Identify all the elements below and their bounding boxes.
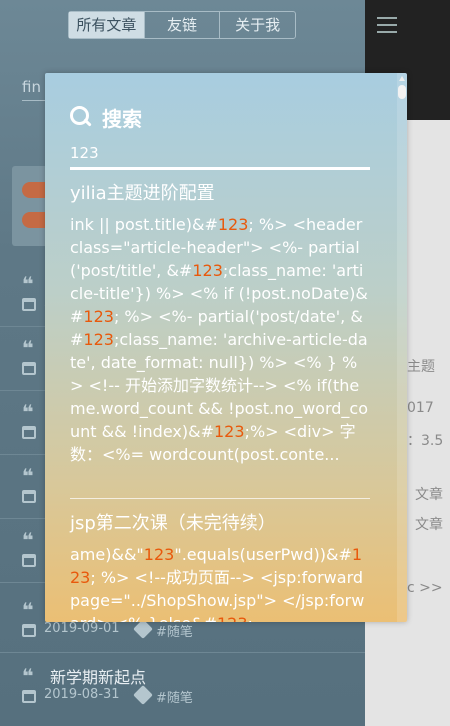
tab-all-posts[interactable]: 所有文章 (69, 12, 145, 38)
content-fragment: 017 (407, 400, 434, 416)
search-input[interactable] (70, 139, 370, 170)
search-modal: 搜索 yilia主题进阶配置 ink || post.title)&#123; … (45, 73, 407, 622)
post-title[interactable]: 新学期新起点 (50, 664, 146, 688)
calendar-icon (22, 362, 36, 375)
content-fragment: ：3.5 (407, 433, 444, 449)
search-header: 搜索 (70, 103, 142, 131)
quote-icon: ❝ (22, 400, 34, 424)
highlight-match: 123 (83, 330, 114, 349)
highlight-match: 123 (217, 215, 249, 234)
highlight-match: 123 (217, 614, 248, 622)
calendar-icon (22, 554, 36, 567)
search-result[interactable]: yilia主题进阶配置 ink || post.title)&#123; %> … (70, 181, 370, 466)
calendar-icon (22, 490, 36, 503)
post-date: 2019-08-31 (44, 687, 120, 702)
result-snippet: ame)&&"123".equals(userPwd))&#123; %> <!… (70, 543, 370, 622)
result-title[interactable]: yilia主题进阶配置 (70, 181, 370, 207)
list-item[interactable]: ❝ 新学期新起点 2019-08-31 #随笔 (0, 654, 365, 726)
calendar-icon (22, 298, 36, 311)
post-tag[interactable]: #随笔 (156, 687, 193, 706)
quote-icon: ❝ (22, 664, 34, 688)
calendar-icon (22, 690, 36, 703)
nav-tabs: 所有文章 友链 关于我 (68, 11, 296, 39)
content-fragment: 文章 (415, 517, 443, 533)
scrollbar-thumb[interactable] (398, 85, 406, 99)
snippet-text: ; (248, 614, 253, 622)
tab-friend-links[interactable]: 友链 (145, 12, 221, 38)
quote-icon: ❝ (22, 336, 34, 360)
highlight-match: 123 (143, 545, 175, 564)
result-snippet: ink || post.title)&#123; %> <header clas… (70, 213, 370, 466)
tag-icon (133, 619, 153, 639)
content-fragment: c >> (407, 580, 443, 596)
snippet-text: ame)&&" (70, 545, 144, 564)
search-icon (70, 106, 92, 128)
content-fragment: 文章 (415, 487, 443, 503)
snippet-text: ink || post.title)&# (70, 215, 218, 234)
result-title[interactable]: jsp第二次课（未完待续） (70, 511, 370, 537)
snippet-text: ".equals(userPwd))&# (174, 545, 352, 564)
quote-icon: ❝ (22, 272, 34, 296)
search-title: 搜索 (102, 106, 142, 131)
menu-icon[interactable] (377, 17, 397, 35)
highlight-match: 123 (83, 307, 114, 326)
tag-icon (133, 685, 153, 705)
search-result[interactable]: jsp第二次课（未完待续） ame)&&"123".equals(userPwd… (70, 511, 370, 622)
result-divider (70, 498, 370, 499)
tab-about-me[interactable]: 关于我 (220, 12, 295, 38)
quote-icon: ❝ (22, 464, 34, 488)
quote-icon: ❝ (22, 598, 34, 622)
calendar-icon (22, 426, 36, 439)
calendar-icon (22, 624, 36, 637)
post-date: 2019-09-01 (44, 621, 120, 636)
content-fragment: 主题 (407, 359, 435, 375)
scrollbar[interactable] (397, 73, 407, 622)
post-tag[interactable]: #随笔 (156, 621, 193, 640)
highlight-match: 123 (192, 261, 223, 280)
scroll-up-arrow-icon[interactable] (399, 76, 405, 81)
quote-icon: ❝ (22, 528, 34, 552)
highlight-match: 123 (214, 422, 245, 441)
